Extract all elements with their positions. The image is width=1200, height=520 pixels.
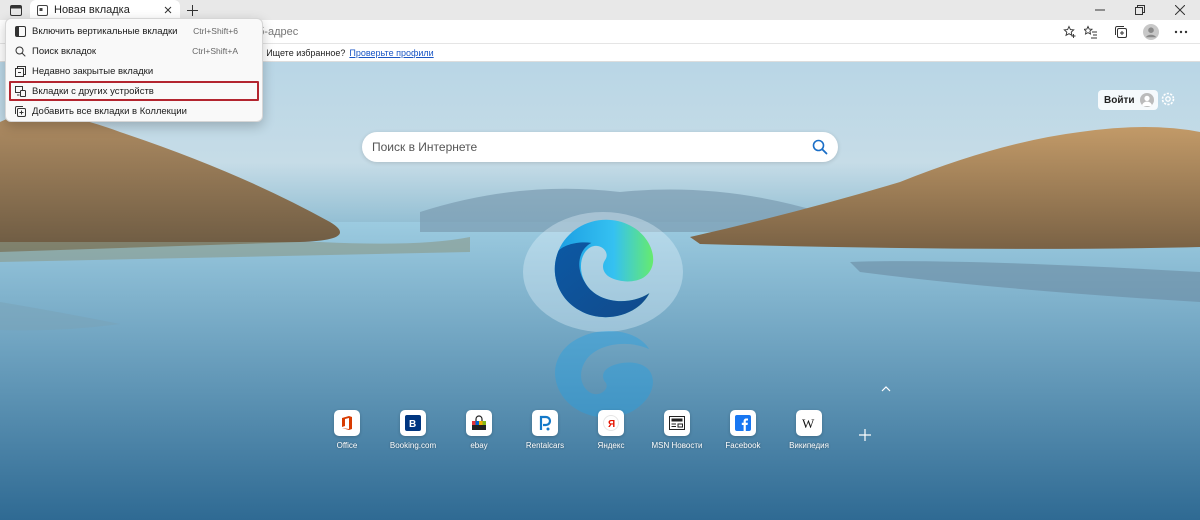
profile-button[interactable]	[1142, 23, 1160, 41]
sign-in-button[interactable]: Войти	[1098, 90, 1158, 110]
vertical-tabs-icon	[14, 25, 26, 37]
quick-links: Office B Booking.com ebay Rentalcars Я Я…	[314, 410, 842, 450]
menu-item-shortcut: Ctrl+Shift+A	[192, 46, 238, 56]
collections-icon	[14, 105, 26, 117]
edge-logo-icon	[554, 219, 654, 318]
tile-label: Rentalcars	[525, 441, 565, 450]
tab-actions-menu: Включить вертикальные вкладки Ctrl+Shift…	[5, 18, 263, 122]
tile-box: W	[796, 410, 822, 436]
menu-item-label: Недавно закрытые вкладки	[32, 65, 154, 77]
settings-more-button[interactable]	[1172, 23, 1190, 41]
quick-link-booking[interactable]: B Booking.com	[380, 410, 446, 450]
favorites-icon	[1084, 25, 1097, 39]
quick-link-rentalcars[interactable]: Rentalcars	[512, 410, 578, 450]
sign-in-label: Войти	[1104, 94, 1135, 106]
tile-box	[730, 410, 756, 436]
tile-box	[532, 410, 558, 436]
menu-item-label: Поиск вкладок	[32, 45, 97, 57]
svg-text:W: W	[802, 416, 815, 431]
yandex-icon: Я	[603, 415, 619, 431]
svg-text:Я: Я	[608, 419, 615, 430]
restore-button[interactable]	[1120, 0, 1160, 20]
tile-box	[334, 410, 360, 436]
menu-item-label: Добавить все вкладки в Коллекции	[32, 105, 187, 117]
avatar-icon	[1143, 24, 1159, 40]
menu-item-label: Вкладки с других устройств	[32, 85, 154, 97]
search-placeholder: Поиск в Интернете	[372, 140, 478, 154]
svg-text:B: B	[409, 419, 416, 430]
tab-new-tab[interactable]: Новая вкладка	[30, 0, 180, 20]
plus-icon	[186, 4, 198, 16]
tab-strip: Новая вкладка	[0, 0, 1200, 20]
close-tab-icon[interactable]	[162, 4, 174, 16]
add-favorite-icon[interactable]	[1063, 25, 1077, 39]
menu-item-add-to-collections[interactable]: Добавить все вкладки в Коллекции	[6, 101, 262, 121]
new-tab-button[interactable]	[184, 2, 200, 18]
menu-item-other-devices[interactable]: Вкладки с других устройств	[9, 81, 259, 101]
quick-link-office[interactable]: Office	[314, 410, 380, 450]
recent-tabs-icon	[14, 65, 26, 77]
quick-link-yandex[interactable]: Я Яндекс	[578, 410, 644, 450]
tile-label: Facebook	[725, 441, 761, 450]
office-icon	[342, 416, 352, 430]
more-icon	[1174, 30, 1188, 34]
close-window-button[interactable]	[1160, 0, 1200, 20]
favorites-button[interactable]	[1082, 23, 1100, 41]
devices-icon	[14, 85, 26, 97]
new-tab-icon	[36, 4, 48, 16]
collections-icon	[1115, 26, 1127, 38]
tile-label: Яндекс	[597, 441, 625, 450]
menu-item-search-tabs[interactable]: Поиск вкладок Ctrl+Shift+A	[6, 41, 262, 61]
tile-box	[466, 410, 492, 436]
quick-link-facebook[interactable]: Facebook	[710, 410, 776, 450]
tile-label: MSN Новости	[651, 441, 703, 450]
menu-item-shortcut: Ctrl+Shift+6	[193, 26, 238, 36]
tile-box: Я	[598, 410, 624, 436]
tile-label: ebay	[470, 441, 488, 450]
minimize-button[interactable]	[1080, 0, 1120, 20]
page-settings-icon[interactable]	[1159, 90, 1177, 108]
booking-icon: B	[405, 415, 421, 431]
chevron-up-icon[interactable]	[880, 384, 892, 394]
favorites-message: ". Ищете избранное?	[258, 47, 346, 58]
search-icon	[14, 45, 26, 57]
msn-news-icon	[669, 416, 685, 430]
tab-actions-button[interactable]	[6, 2, 26, 18]
quick-link-wikipedia[interactable]: W Википедия	[776, 410, 842, 450]
window-controls	[1080, 0, 1200, 20]
tile-box	[664, 410, 690, 436]
menu-item-vertical-tabs[interactable]: Включить вертикальные вкладки Ctrl+Shift…	[6, 21, 262, 41]
toolbar-right	[1082, 23, 1190, 41]
check-profiles-link[interactable]: Проверьте профили	[349, 48, 433, 58]
tile-box: B	[400, 410, 426, 436]
rentalcars-icon	[539, 415, 552, 431]
collections-button[interactable]	[1112, 23, 1130, 41]
search-icon[interactable]	[812, 139, 828, 155]
tile-label: Википедия	[789, 441, 829, 450]
tab-title: Новая вкладка	[54, 4, 130, 16]
quick-link-ebay[interactable]: ebay	[446, 410, 512, 450]
menu-item-recently-closed[interactable]: Недавно закрытые вкладки	[6, 61, 262, 81]
web-search-box[interactable]: Поиск в Интернете	[362, 132, 838, 162]
add-quick-link-icon[interactable]	[858, 428, 872, 442]
ebay-icon	[472, 415, 486, 430]
quick-link-msn-news[interactable]: MSN Новости	[644, 410, 710, 450]
address-bar[interactable]: б-адрес	[238, 22, 1083, 42]
tile-label: Booking.com	[389, 441, 437, 450]
menu-item-label: Включить вертикальные вкладки	[32, 25, 178, 37]
new-tab-page: Войти Поиск в Интернете Office B Booking…	[0, 62, 1200, 520]
tab-actions-icon	[10, 4, 22, 16]
avatar	[1139, 93, 1154, 107]
wikipedia-icon: W	[802, 416, 815, 431]
tile-label: Office	[336, 441, 358, 450]
facebook-icon	[735, 415, 751, 431]
